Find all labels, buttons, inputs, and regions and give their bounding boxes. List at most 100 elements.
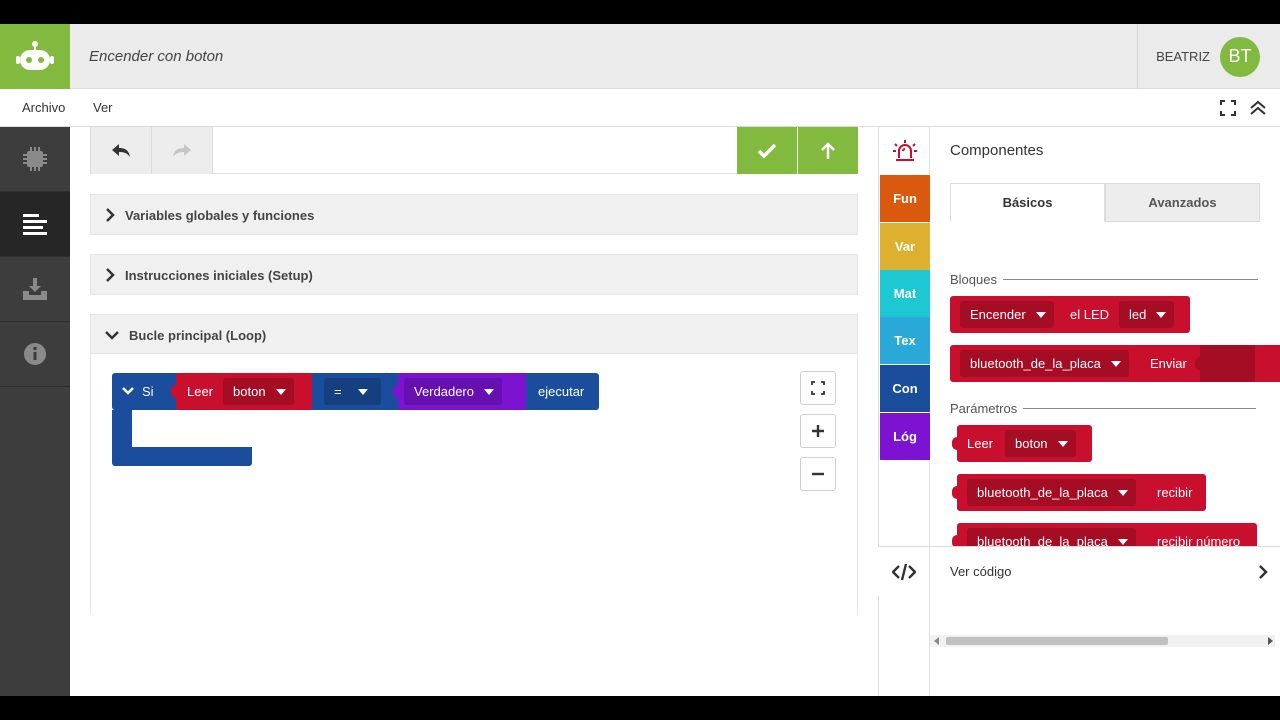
boolean-value: Verdadero bbox=[414, 384, 474, 399]
chevron-right-icon bbox=[106, 268, 115, 282]
menu-bar: Archivo Ver bbox=[0, 89, 1280, 127]
menu-ver[interactable]: Ver bbox=[93, 89, 113, 127]
led-var-dropdown[interactable]: led bbox=[1119, 301, 1175, 328]
scrollbar-thumb[interactable] bbox=[946, 637, 1168, 645]
param-read-label: Leer bbox=[967, 436, 994, 451]
category-mat[interactable]: Mat bbox=[880, 270, 930, 317]
section-globals[interactable]: Variables globales y funciones bbox=[90, 194, 858, 235]
category-var-label: Var bbox=[894, 239, 916, 254]
arrow-up-icon bbox=[821, 141, 835, 159]
dropdown-arrow-icon bbox=[1156, 311, 1167, 318]
boolean-dropdown[interactable]: Verdadero bbox=[404, 378, 502, 405]
tab-basicos[interactable]: Básicos bbox=[950, 183, 1105, 222]
robot-logo-icon[interactable] bbox=[0, 24, 70, 89]
block-bt-send[interactable]: bluetooth_de_la_placa Enviar bbox=[950, 345, 1280, 382]
scroll-right-icon[interactable] bbox=[1268, 637, 1273, 645]
scroll-left-icon[interactable] bbox=[934, 637, 939, 645]
sidebar-item-info[interactable] bbox=[0, 322, 70, 387]
led-action-dropdown[interactable]: Encender bbox=[960, 301, 1054, 328]
bt-send-var-dropdown[interactable]: bluetooth_de_la_placa bbox=[960, 350, 1129, 377]
read-label: Leer bbox=[187, 384, 214, 399]
category-log-label: Lóg bbox=[893, 429, 917, 444]
view-code-bar[interactable]: Ver código bbox=[878, 546, 1280, 597]
components-title: Componentes bbox=[950, 142, 1044, 159]
group-parametros-label: Parámetros bbox=[950, 401, 1018, 416]
loop-canvas[interactable]: Si Leer boton = Verdadero ejecutar bbox=[91, 353, 857, 615]
minus-icon bbox=[812, 472, 824, 476]
components-category[interactable] bbox=[879, 127, 930, 174]
workspace: Variables globales y funciones Instrucci… bbox=[70, 127, 878, 696]
components-panel: Componentes Básicos Avanzados Bloques En… bbox=[930, 127, 1280, 696]
category-tex[interactable]: Tex bbox=[880, 317, 930, 364]
category-fun[interactable]: Fun bbox=[880, 175, 930, 222]
upload-button[interactable] bbox=[798, 127, 858, 174]
dropdown-arrow-icon bbox=[1057, 440, 1068, 447]
left-sidebar bbox=[0, 127, 70, 696]
category-var[interactable]: Var bbox=[880, 223, 930, 270]
user-name: BEATRIZ bbox=[1156, 49, 1210, 64]
section-setup-title: Instrucciones iniciales (Setup) bbox=[125, 267, 313, 283]
project-title[interactable]: Encender con boton bbox=[89, 24, 223, 89]
section-loop-title: Bucle principal (Loop) bbox=[129, 327, 267, 343]
param-bt-receive[interactable]: bluetooth_de_la_placa recibir bbox=[952, 474, 1206, 511]
editor-toolbar bbox=[90, 127, 858, 174]
section-setup[interactable]: Instrucciones iniciales (Setup) bbox=[90, 254, 858, 295]
boolean-block[interactable]: Verdadero bbox=[393, 373, 526, 410]
read-block[interactable]: Leer boton bbox=[171, 373, 312, 410]
operator-value: = bbox=[334, 384, 342, 399]
zoom-fit-button[interactable] bbox=[800, 371, 836, 405]
category-tex-label: Tex bbox=[894, 333, 916, 348]
chevron-down-icon[interactable] bbox=[122, 387, 134, 396]
category-bar: Fun Var Mat Tex Con Lóg bbox=[878, 127, 930, 696]
header: Encender con boton BEATRIZ BT bbox=[0, 24, 1280, 89]
redo-button[interactable] bbox=[152, 127, 213, 174]
view-code-label: Ver código bbox=[950, 564, 1012, 579]
param-read[interactable]: Leer boton bbox=[952, 425, 1092, 462]
group-bloques: Bloques bbox=[950, 272, 1258, 287]
plus-icon bbox=[812, 425, 824, 437]
section-loop: Bucle principal (Loop) Si Leer boton = V… bbox=[90, 314, 858, 615]
app-window: Encender con boton BEATRIZ BT Archivo Ve… bbox=[0, 24, 1280, 696]
chevron-right-icon bbox=[106, 208, 115, 222]
menu-archivo[interactable]: Archivo bbox=[22, 89, 65, 127]
zoom-in-button[interactable] bbox=[800, 414, 836, 448]
category-con[interactable]: Con bbox=[880, 365, 930, 412]
zoom-out-button[interactable] bbox=[800, 457, 836, 491]
exec-label: ejecutar bbox=[538, 384, 585, 399]
param-bt-receive-label: recibir bbox=[1157, 485, 1193, 500]
sidebar-item-upload[interactable] bbox=[0, 257, 70, 322]
block-led[interactable]: Encender el LED led bbox=[950, 296, 1190, 333]
param-read-dropdown[interactable]: boton bbox=[1005, 430, 1076, 457]
verify-button[interactable] bbox=[737, 127, 797, 174]
dropdown-arrow-icon bbox=[1035, 311, 1046, 318]
operator-dropdown[interactable]: = bbox=[324, 378, 381, 405]
led-var-value: led bbox=[1129, 307, 1147, 322]
param-bt-var-dropdown[interactable]: bluetooth_de_la_placa bbox=[967, 479, 1136, 506]
dropdown-arrow-icon bbox=[1110, 360, 1121, 367]
undo-button[interactable] bbox=[91, 127, 152, 174]
check-icon bbox=[757, 143, 777, 158]
chevron-down-icon bbox=[105, 331, 119, 340]
fit-screen-icon bbox=[811, 381, 825, 395]
chip-icon bbox=[23, 147, 47, 171]
components-scrollbar[interactable] bbox=[930, 635, 1275, 647]
download-tray-icon bbox=[23, 278, 47, 300]
read-var-dropdown[interactable]: boton bbox=[223, 378, 294, 405]
dropdown-arrow-icon bbox=[1117, 489, 1128, 496]
tab-avanzados[interactable]: Avanzados bbox=[1105, 183, 1260, 222]
category-mat-label: Mat bbox=[893, 286, 917, 301]
sidebar-item-hardware[interactable] bbox=[0, 127, 70, 192]
sidebar-item-software[interactable] bbox=[0, 192, 70, 257]
undo-icon bbox=[112, 143, 130, 157]
section-loop-header[interactable]: Bucle principal (Loop) bbox=[91, 315, 857, 355]
category-log[interactable]: Lóg bbox=[880, 413, 930, 460]
code-icon bbox=[878, 547, 930, 597]
group-parametros: Parámetros bbox=[950, 401, 1257, 416]
user-menu[interactable]: BEATRIZ BT bbox=[1137, 24, 1280, 89]
fullscreen-icon[interactable] bbox=[1218, 98, 1238, 118]
if-block[interactable]: Si Leer boton = Verdadero ejecutar bbox=[112, 373, 599, 466]
collapse-up-icon[interactable] bbox=[1248, 98, 1268, 118]
param-bt-var-value: bluetooth_de_la_placa bbox=[977, 485, 1108, 500]
bt-send-var-value: bluetooth_de_la_placa bbox=[970, 356, 1101, 371]
info-icon bbox=[24, 343, 46, 365]
